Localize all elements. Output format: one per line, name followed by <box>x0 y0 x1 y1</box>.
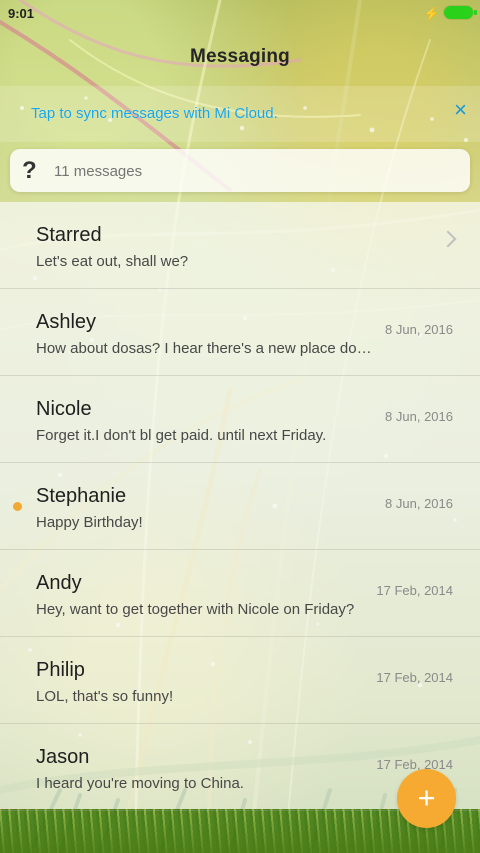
battery-icon <box>444 6 477 19</box>
close-icon[interactable]: × <box>454 99 467 121</box>
message-date: 8 Jun, 2016 <box>385 322 453 337</box>
message-date: 17 Feb, 2014 <box>376 670 453 685</box>
conversation-name: Jason <box>36 746 90 768</box>
message-preview: How about dosas? I hear there's a new pl… <box>36 340 372 357</box>
message-row-nicole[interactable]: Nicole 8 Jun, 2016 Forget it.I don't bl … <box>0 376 480 463</box>
status-bar: 9:01 ⚡ <box>0 0 480 26</box>
message-row-stephanie[interactable]: Stephanie 8 Jun, 2016 Happy Birthday! <box>0 463 480 550</box>
message-preview: Let's eat out, shall we? <box>36 253 189 270</box>
chevron-right-icon[interactable] <box>439 230 457 248</box>
search-bar[interactable]: ? <box>10 149 470 192</box>
message-preview: Forget it.I don't bl get paid. until nex… <box>36 427 327 444</box>
conversation-name: Philip <box>36 659 85 681</box>
message-preview: LOL, that's so funny! <box>36 688 174 705</box>
message-date: 8 Jun, 2016 <box>385 496 453 511</box>
message-row-philip[interactable]: Philip 17 Feb, 2014 LOL, that's so funny… <box>0 637 480 724</box>
page-title: Messaging <box>190 46 290 67</box>
conversation-name: Ashley <box>36 311 97 333</box>
message-date: 17 Feb, 2014 <box>376 757 453 772</box>
message-list: Starred Let's eat out, shall we? Ashley … <box>0 202 480 811</box>
message-row-starred[interactable]: Starred Let's eat out, shall we? <box>0 202 480 289</box>
message-date: 17 Feb, 2014 <box>376 583 453 598</box>
message-preview: I heard you're moving to China. <box>36 775 244 792</box>
sync-banner[interactable]: Tap to sync messages with Mi Cloud. × <box>0 86 480 142</box>
search-input[interactable] <box>52 159 446 183</box>
plus-icon: + <box>417 780 436 815</box>
message-row-ashley[interactable]: Ashley 8 Jun, 2016 How about dosas? I he… <box>0 289 480 376</box>
status-time: 9:01 <box>8 6 35 21</box>
message-date: 8 Jun, 2016 <box>385 409 453 424</box>
conversation-name: Nicole <box>36 398 92 420</box>
conversation-name: Stephanie <box>36 485 127 507</box>
conversation-name: Starred <box>36 224 102 246</box>
lightning-bolt-icon: ⚡ <box>423 6 440 21</box>
message-preview: Hey, want to get together with Nicole on… <box>36 601 355 618</box>
question-mark-icon[interactable]: ? <box>22 157 37 185</box>
sync-message[interactable]: Tap to sync messages with Mi Cloud. <box>31 105 278 122</box>
unread-dot-icon <box>13 502 22 511</box>
message-preview: Happy Birthday! <box>36 514 143 531</box>
message-row-andy[interactable]: Andy 17 Feb, 2014 Hey, want to get toget… <box>0 550 480 637</box>
new-message-button[interactable]: + <box>397 769 456 828</box>
conversation-name: Andy <box>36 572 82 594</box>
